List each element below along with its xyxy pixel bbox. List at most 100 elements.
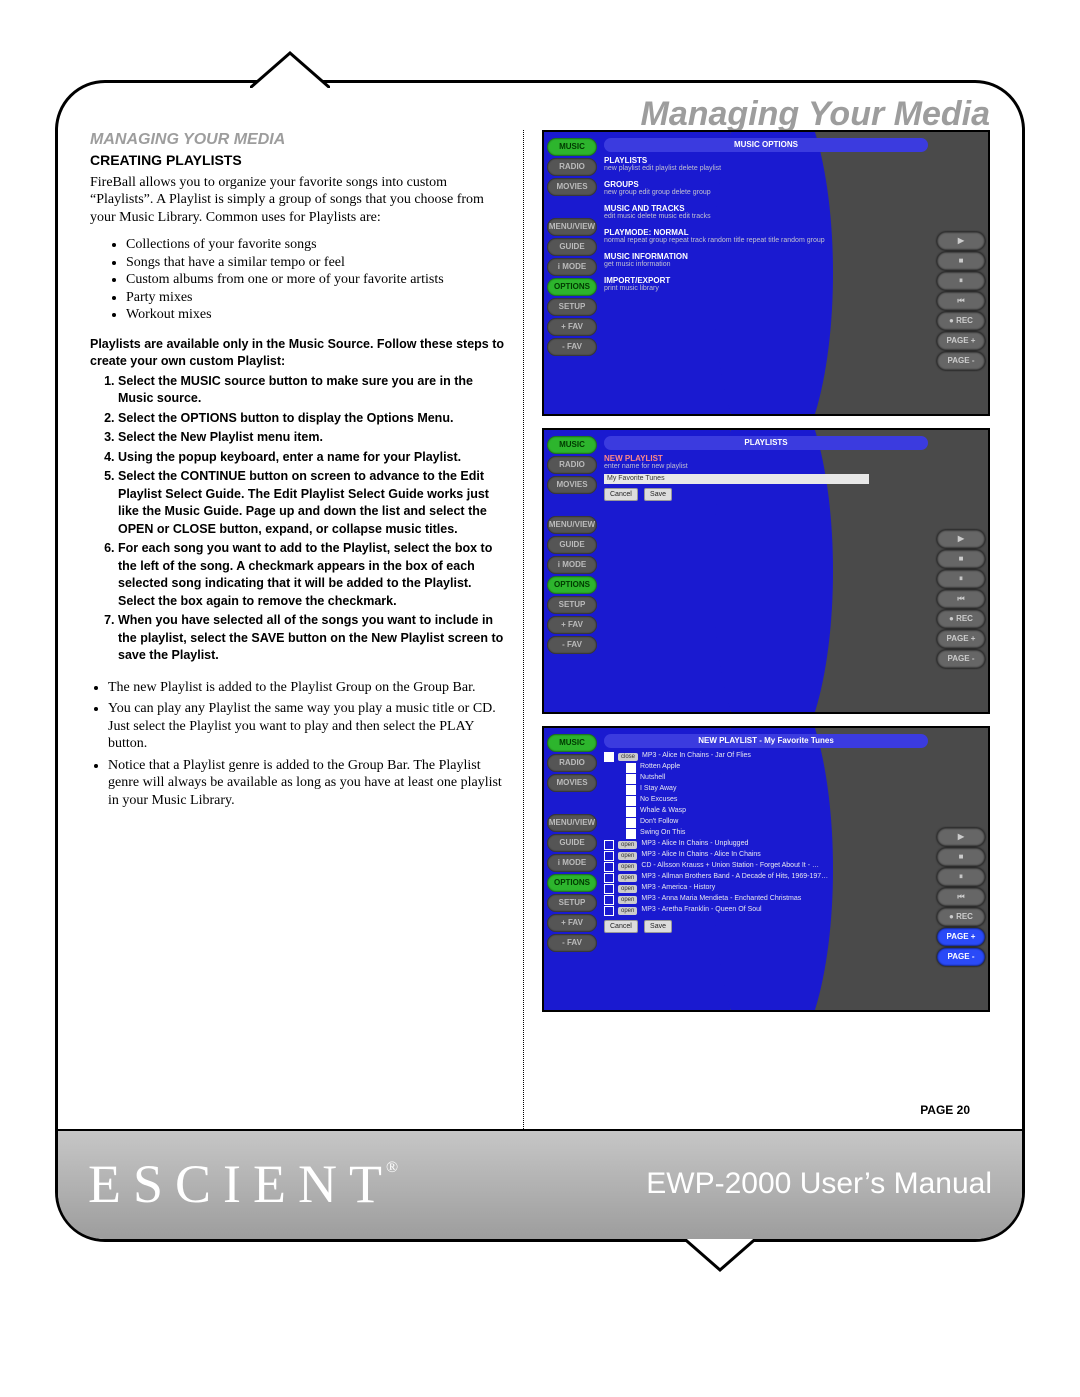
options-button[interactable]: OPTIONS: [547, 576, 597, 594]
checkbox-icon[interactable]: [626, 785, 636, 795]
open-button[interactable]: open: [618, 841, 637, 849]
guide-button[interactable]: GUIDE: [547, 536, 597, 554]
checkbox-icon[interactable]: [626, 763, 636, 773]
track-row[interactable]: No Excuses: [604, 796, 928, 806]
stop-button[interactable]: ■: [937, 550, 985, 568]
mode-button[interactable]: i MODE: [547, 854, 597, 872]
menu-view-button[interactable]: MENU/VIEW: [547, 516, 597, 534]
open-button[interactable]: open: [618, 896, 637, 904]
checkbox-icon[interactable]: [604, 895, 614, 905]
rec-button[interactable]: ● REC: [937, 908, 985, 926]
menu-view-button[interactable]: MENU/VIEW: [547, 218, 597, 236]
track-row[interactable]: Whale & Wasp: [604, 807, 928, 817]
radio-button[interactable]: RADIO: [547, 158, 597, 176]
close-button[interactable]: close: [618, 753, 638, 761]
checkbox-icon[interactable]: [626, 796, 636, 806]
fav-plus-button[interactable]: + FAV: [547, 318, 597, 336]
open-button[interactable]: open: [618, 907, 637, 915]
stop-button[interactable]: ■: [937, 848, 985, 866]
prev-button[interactable]: ⏮: [937, 292, 985, 310]
setup-button[interactable]: SETUP: [547, 894, 597, 912]
cancel-button[interactable]: Cancel: [604, 920, 638, 933]
group-sub[interactable]: normal repeat group repeat track random …: [604, 237, 928, 245]
page-down-button[interactable]: PAGE -: [937, 352, 985, 370]
cancel-button[interactable]: Cancel: [604, 488, 638, 501]
album-row[interactable]: openMP3 - America - History: [604, 884, 928, 894]
album-row[interactable]: openMP3 - Anna Maria Mendieta - Enchante…: [604, 895, 928, 905]
save-button[interactable]: Save: [644, 488, 672, 501]
music-button[interactable]: MUSIC: [547, 734, 597, 752]
fav-minus-button[interactable]: - FAV: [547, 338, 597, 356]
checkbox-icon[interactable]: [604, 906, 614, 916]
mode-button[interactable]: i MODE: [547, 258, 597, 276]
checkbox-icon[interactable]: [604, 851, 614, 861]
track-row[interactable]: I Stay Away: [604, 785, 928, 795]
album-row[interactable]: openMP3 - Allman Brothers Band - A Decad…: [604, 873, 928, 883]
save-button[interactable]: Save: [644, 920, 672, 933]
checkbox-icon[interactable]: [604, 884, 614, 894]
group-sub[interactable]: print music library: [604, 285, 928, 293]
group-sub[interactable]: get music information: [604, 261, 928, 269]
pause-button[interactable]: ⏸: [937, 868, 985, 886]
movies-button[interactable]: MOVIES: [547, 476, 597, 494]
album-row[interactable]: openMP3 - Alice In Chains - Unplugged: [604, 840, 928, 850]
open-button[interactable]: open: [618, 874, 637, 882]
checkbox-icon[interactable]: [604, 873, 614, 883]
fav-plus-button[interactable]: + FAV: [547, 914, 597, 932]
track-row[interactable]: Don't Follow: [604, 818, 928, 828]
prev-button[interactable]: ⏮: [937, 888, 985, 906]
track-row[interactable]: Rotten Apple: [604, 763, 928, 773]
checkbox-icon[interactable]: [604, 840, 614, 850]
stop-button[interactable]: ■: [937, 252, 985, 270]
play-button[interactable]: ▶: [937, 232, 985, 250]
pause-button[interactable]: ⏸: [937, 272, 985, 290]
mode-button[interactable]: i MODE: [547, 556, 597, 574]
options-button[interactable]: OPTIONS: [547, 874, 597, 892]
open-button[interactable]: open: [618, 863, 637, 871]
page-up-button[interactable]: PAGE +: [937, 332, 985, 350]
open-button[interactable]: open: [618, 885, 637, 893]
album-row[interactable]: openMP3 - Aretha Franklin - Queen Of Sou…: [604, 906, 928, 916]
album-row[interactable]: openCD - Allsson Krauss + Union Station …: [604, 862, 928, 872]
group-sub[interactable]: new group edit group delete group: [604, 189, 928, 197]
setup-button[interactable]: SETUP: [547, 596, 597, 614]
checkbox-icon[interactable]: [626, 829, 636, 839]
album-row[interactable]: closeMP3 - Alice In Chains - Jar Of Flie…: [604, 752, 928, 762]
music-button[interactable]: MUSIC: [547, 436, 597, 454]
checkbox-icon[interactable]: [604, 862, 614, 872]
menu-view-button[interactable]: MENU/VIEW: [547, 814, 597, 832]
album-row[interactable]: openMP3 - Alice In Chains - Alice In Cha…: [604, 851, 928, 861]
track-row[interactable]: Nutshell: [604, 774, 928, 784]
music-button[interactable]: MUSIC: [547, 138, 597, 156]
page-down-button[interactable]: PAGE -: [937, 948, 985, 966]
rec-button[interactable]: ● REC: [937, 312, 985, 330]
fav-minus-button[interactable]: - FAV: [547, 636, 597, 654]
movies-button[interactable]: MOVIES: [547, 178, 597, 196]
movies-button[interactable]: MOVIES: [547, 774, 597, 792]
track-row[interactable]: Swing On This: [604, 829, 928, 839]
play-button[interactable]: ▶: [937, 828, 985, 846]
playlist-name-input[interactable]: My Favorite Tunes: [604, 474, 869, 484]
checkbox-icon[interactable]: [626, 807, 636, 817]
page-up-button[interactable]: PAGE +: [937, 630, 985, 648]
radio-button[interactable]: RADIO: [547, 754, 597, 772]
prev-button[interactable]: ⏮: [937, 590, 985, 608]
options-button[interactable]: OPTIONS: [547, 278, 597, 296]
pause-button[interactable]: ⏸: [937, 570, 985, 588]
guide-button[interactable]: GUIDE: [547, 238, 597, 256]
group-sub[interactable]: edit music delete music edit tracks: [604, 213, 928, 221]
fav-minus-button[interactable]: - FAV: [547, 934, 597, 952]
group-sub[interactable]: new playlist edit playlist delete playli…: [604, 165, 928, 173]
setup-button[interactable]: SETUP: [547, 298, 597, 316]
checkbox-icon[interactable]: [626, 818, 636, 828]
page-down-button[interactable]: PAGE -: [937, 650, 985, 668]
radio-button[interactable]: RADIO: [547, 456, 597, 474]
fav-plus-button[interactable]: + FAV: [547, 616, 597, 634]
checkbox-icon[interactable]: [626, 774, 636, 784]
rec-button[interactable]: ● REC: [937, 610, 985, 628]
open-button[interactable]: open: [618, 852, 637, 860]
guide-button[interactable]: GUIDE: [547, 834, 597, 852]
play-button[interactable]: ▶: [937, 530, 985, 548]
page-up-button[interactable]: PAGE +: [937, 928, 985, 946]
checkbox-icon[interactable]: [604, 752, 614, 762]
